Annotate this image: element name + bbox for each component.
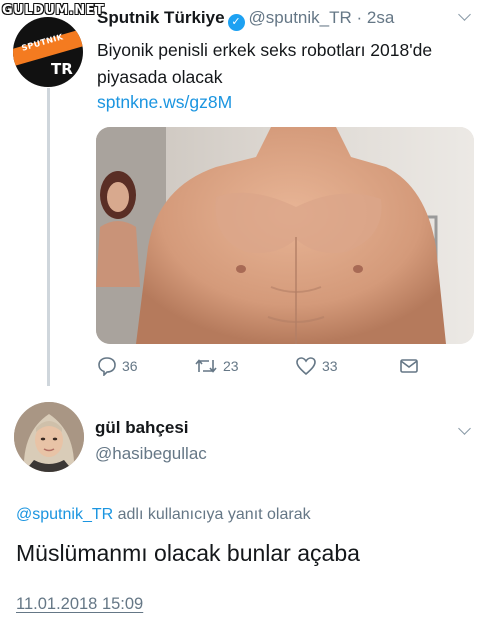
thread-connector-line xyxy=(47,88,50,386)
author-name[interactable]: Sputnik Türkiye xyxy=(97,8,225,27)
replying-to-label: adlı kullanıcıya yanıt olarak xyxy=(113,506,311,523)
avatar-logo-letters: TR xyxy=(51,60,73,78)
retweet-arrows-icon xyxy=(195,359,217,373)
verified-badge-icon: ✓ xyxy=(227,14,245,31)
chevron-down-icon[interactable] xyxy=(458,422,471,435)
replying-to-mention[interactable]: @sputnik_TR xyxy=(16,506,113,523)
reply-author-name[interactable]: gül bahçesi xyxy=(95,418,189,438)
watermark: GULDUM.NET xyxy=(2,3,105,18)
chevron-down-icon[interactable] xyxy=(458,8,471,21)
header-separator: · xyxy=(356,8,363,27)
like-action[interactable]: 33 xyxy=(295,356,338,376)
dm-action[interactable] xyxy=(399,356,419,376)
heart-icon xyxy=(296,357,316,376)
reply-timestamp[interactable]: 11.01.2018 15:09 xyxy=(16,595,143,614)
reply-author-handle[interactable]: @hasibegullac xyxy=(95,444,207,464)
like-count: 33 xyxy=(322,358,338,374)
tweet-header: Sputnik Türkiye ✓ @sputnik_TR · 2sa xyxy=(97,8,394,31)
avatar-sputnik[interactable]: SPUTNIK TR xyxy=(13,17,83,87)
avatar-gul-bahcesi[interactable] xyxy=(14,402,84,472)
reply-text: Müslümanmı olacak bunlar açaba xyxy=(16,540,360,566)
media-photo xyxy=(96,127,474,344)
author-handle[interactable]: @sputnik_TR xyxy=(249,8,352,27)
tweet-time[interactable]: 2sa xyxy=(367,8,394,27)
tweet-media-image[interactable] xyxy=(96,127,474,344)
reply-bubble-icon xyxy=(98,357,116,376)
reply-action[interactable]: 36 xyxy=(97,356,138,376)
tweet-text: Biyonik penisli erkek seks robotları 201… xyxy=(97,40,433,87)
avatar-photo xyxy=(14,402,84,472)
envelope-icon xyxy=(400,359,418,373)
retweet-action[interactable]: 23 xyxy=(194,356,239,376)
reply-count: 36 xyxy=(122,358,138,374)
tweet-link[interactable]: sptnkne.ws/gz8M xyxy=(97,92,232,113)
replying-to: @sputnik_TR adlı kullanıcıya yanıt olara… xyxy=(16,506,311,524)
retweet-count: 23 xyxy=(223,358,239,374)
tweet-actions: 36 23 33 xyxy=(97,356,427,380)
